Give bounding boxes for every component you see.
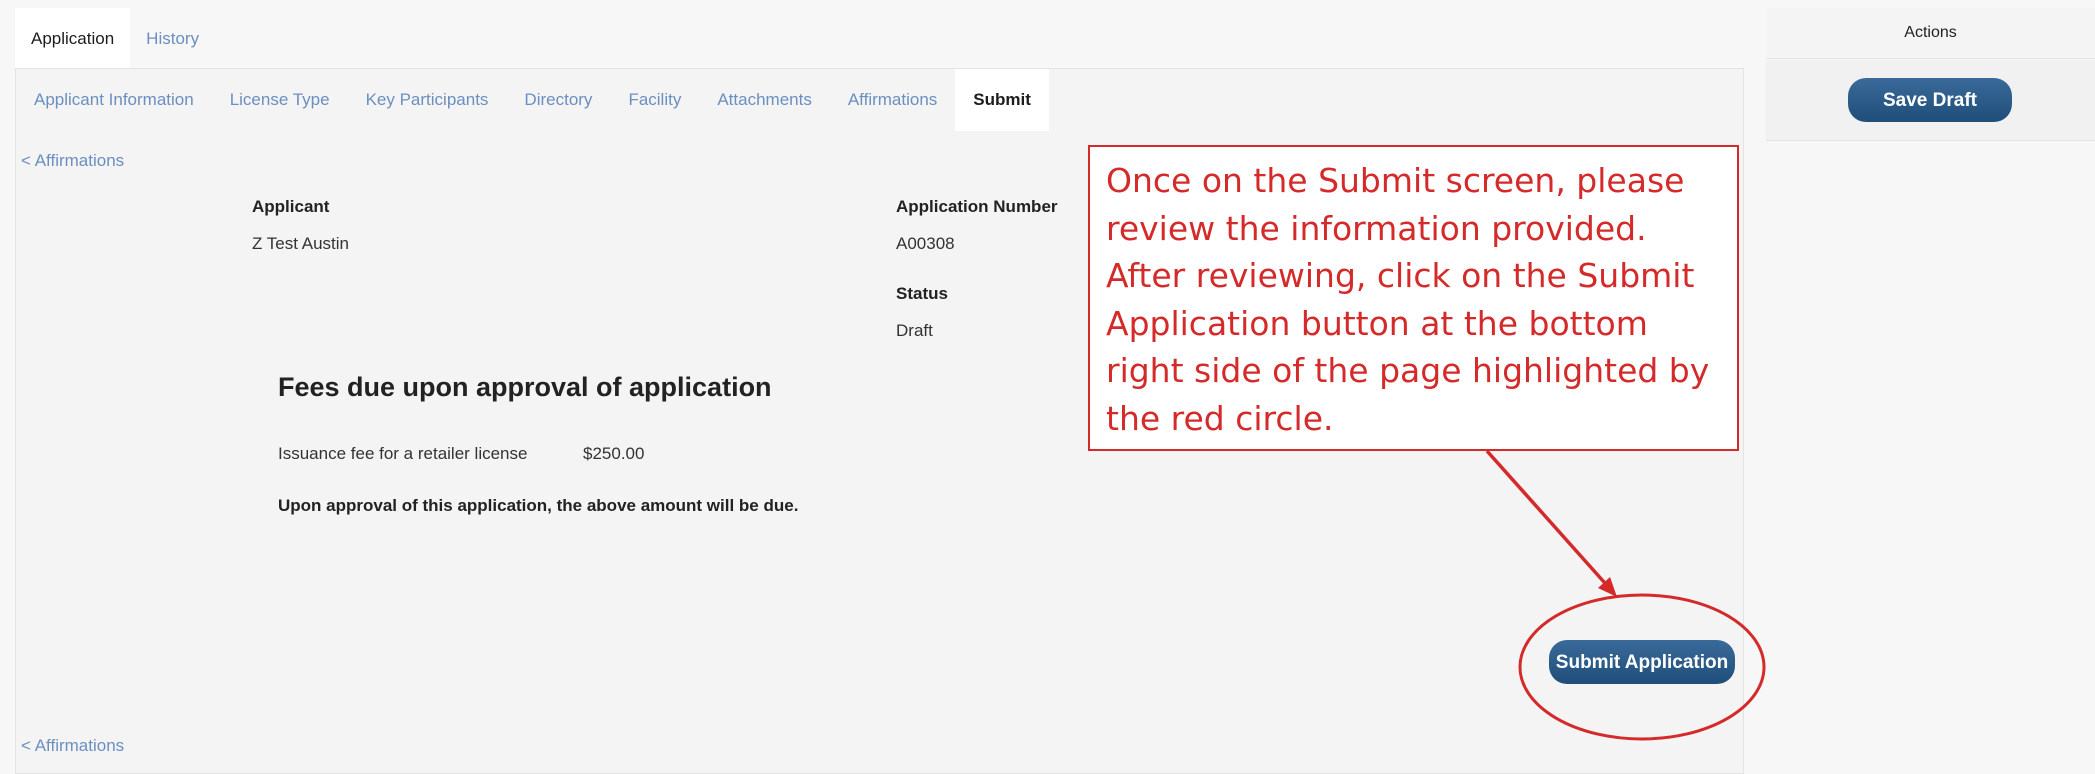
tab-submit[interactable]: Submit xyxy=(955,69,1049,131)
fee-name: Issuance fee for a retailer license xyxy=(278,444,528,463)
step-tab-bar: Applicant Information License Type Key P… xyxy=(16,69,1049,131)
fee-amount: $250.00 xyxy=(583,444,645,463)
tab-affirmations[interactable]: Affirmations xyxy=(830,69,955,131)
tab-directory[interactable]: Directory xyxy=(506,69,610,131)
fees-section-title: Fees due upon approval of application xyxy=(278,372,772,402)
save-draft-button[interactable]: Save Draft xyxy=(1848,78,2012,122)
fee-note: Upon approval of this application, the a… xyxy=(278,496,799,515)
tab-history[interactable]: History xyxy=(130,8,215,70)
application-number-value: A00308 xyxy=(896,234,955,253)
instruction-callout: Once on the Submit screen, please review… xyxy=(1088,145,1739,451)
fee-row: Issuance fee for a retailer license $250… xyxy=(278,444,644,464)
tab-license-type[interactable]: License Type xyxy=(212,69,348,131)
tab-attachments[interactable]: Attachments xyxy=(699,69,830,131)
tab-application[interactable]: Application xyxy=(15,8,131,70)
tab-applicant-information[interactable]: Applicant Information xyxy=(16,69,212,131)
tab-facility[interactable]: Facility xyxy=(610,69,699,131)
status-label: Status xyxy=(896,284,948,303)
back-to-affirmations-link-top[interactable]: < Affirmations xyxy=(21,151,124,171)
back-to-affirmations-link-bottom[interactable]: < Affirmations xyxy=(21,736,124,756)
applicant-label: Applicant xyxy=(252,197,330,216)
status-value: Draft xyxy=(896,321,933,340)
actions-sidebar: Actions Save Draft xyxy=(1766,0,2095,774)
actions-header: Actions xyxy=(1766,8,2095,59)
tab-key-participants[interactable]: Key Participants xyxy=(348,69,507,131)
submit-application-button[interactable]: Submit Application xyxy=(1549,640,1735,684)
top-tab-bar: Application History xyxy=(15,8,215,70)
application-number-label: Application Number xyxy=(896,197,1058,216)
applicant-value: Z Test Austin xyxy=(252,234,350,253)
